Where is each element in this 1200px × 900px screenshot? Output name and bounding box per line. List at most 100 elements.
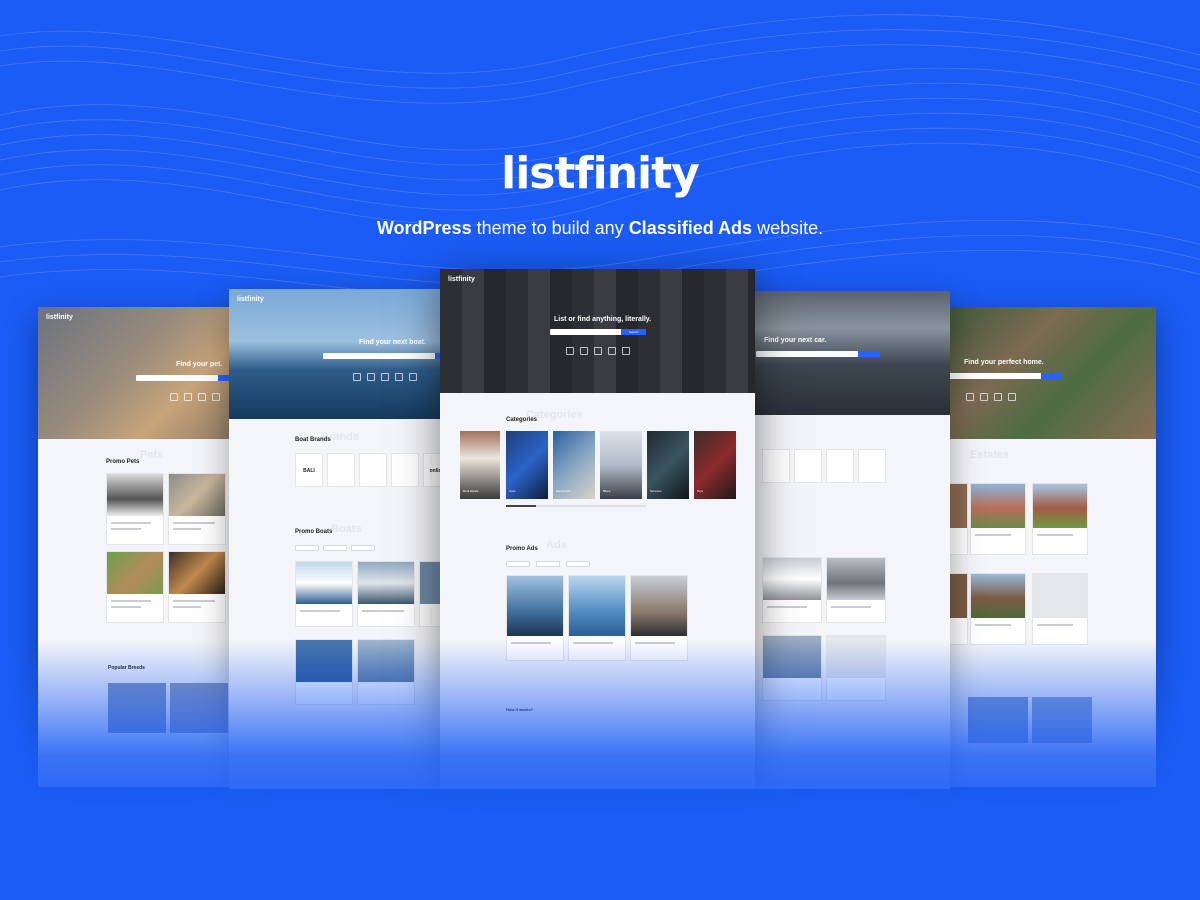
category-services-label: Services xyxy=(650,489,662,493)
category-bikes[interactable]: Bikes xyxy=(600,431,642,499)
tagline-middle: theme to build any xyxy=(471,218,629,238)
boats-hero-title: Find your next boat. xyxy=(359,339,426,346)
main-promo-card-1[interactable] xyxy=(506,575,564,661)
boat-card-5[interactable] xyxy=(357,639,415,705)
boat-brand-2[interactable] xyxy=(327,453,355,487)
boats-nav-logo: listfinity xyxy=(237,296,264,303)
category-electronics-label: Electronics xyxy=(556,489,571,493)
screenshot-cars: Find your next car. xyxy=(740,291,950,789)
cars-search-placeholder xyxy=(756,351,759,357)
pet-card-4[interactable] xyxy=(168,551,226,623)
pet-card-2[interactable] xyxy=(168,473,226,545)
home-card-6[interactable] xyxy=(1032,573,1088,645)
pets-search-bar[interactable] xyxy=(136,375,236,381)
pets-hero-title: Find your pet. xyxy=(176,361,223,368)
boat-card-2[interactable] xyxy=(357,561,415,627)
boats-search-placeholder xyxy=(323,353,326,359)
car-brand-vw[interactable] xyxy=(794,449,822,483)
category-electronics[interactable]: Electronics xyxy=(553,431,595,499)
tagline-classified: Classified Ads xyxy=(628,218,753,238)
car-card-3[interactable] xyxy=(762,635,822,701)
cars-search-bar[interactable] xyxy=(756,351,880,357)
main-search-bar[interactable]: Search xyxy=(550,329,646,335)
homes-hero: Find your perfect home. xyxy=(944,307,1156,439)
category-services[interactable]: Services xyxy=(647,431,689,499)
car-card-1[interactable] xyxy=(762,557,822,623)
boats-search-bar[interactable] xyxy=(323,353,459,359)
main-filter-1[interactable] xyxy=(506,561,530,567)
main-promo-title: Promo Ads xyxy=(506,546,538,552)
cars-hero-title: Find your next car. xyxy=(764,337,827,344)
cars-hero: Find your next car. xyxy=(740,291,950,415)
boats-brands-title: Boat Brands xyxy=(295,437,331,443)
main-filter-2[interactable] xyxy=(536,561,560,567)
screenshot-pets: listfinity Find your pet. Pets Promo Pet… xyxy=(38,307,238,787)
category-real-estate-label: Real Estate xyxy=(463,489,479,493)
breed-tile-2[interactable] xyxy=(170,683,228,733)
boats-filter-1[interactable] xyxy=(295,545,319,551)
homes-city-tile-1[interactable] xyxy=(968,697,1028,743)
tagline-wordpress: WordPress xyxy=(376,218,472,238)
homes-hero-title: Find your perfect home. xyxy=(964,359,1044,366)
boats-ghost-promo: Boats xyxy=(331,523,362,535)
main-promo-card-2[interactable] xyxy=(568,575,626,661)
pets-category-icons xyxy=(170,393,220,401)
homes-search-bar[interactable] xyxy=(946,373,1062,379)
boat-brand-1[interactable]: BALI xyxy=(295,453,323,487)
car-brand-ford[interactable] xyxy=(762,449,790,483)
category-real-estate[interactable]: Real Estate xyxy=(460,431,500,499)
tagline: WordPress theme to build any Classified … xyxy=(0,218,1200,239)
boat-brand-4[interactable] xyxy=(391,453,419,487)
breed-tile-1[interactable] xyxy=(108,683,166,733)
main-how-title: How it works? xyxy=(506,707,534,712)
main-hero-title: List or find anything, literally. xyxy=(554,316,652,323)
pets-ghost-label: Pets xyxy=(140,449,164,461)
boats-hero: listfinity Find your next boat. xyxy=(229,289,461,419)
main-hero: listfinity List or find anything, litera… xyxy=(440,269,755,393)
category-toys-label: Toys xyxy=(697,489,704,493)
car-card-2[interactable] xyxy=(826,557,886,623)
main-search-placeholder xyxy=(550,329,553,335)
screenshot-homes: Find your perfect home. Estates xyxy=(944,307,1156,787)
home-card-5[interactable] xyxy=(970,573,1026,645)
product-logo: listfinity xyxy=(501,148,700,199)
main-filter-3[interactable] xyxy=(566,561,590,567)
boat-card-1[interactable] xyxy=(295,561,353,627)
pets-search-placeholder xyxy=(136,375,139,381)
main-search-button[interactable]: Search xyxy=(621,329,646,335)
category-toys[interactable]: Toys xyxy=(694,431,736,499)
main-promo-card-3[interactable] xyxy=(630,575,688,661)
homes-search-button[interactable] xyxy=(1041,373,1062,379)
category-cars-label: Cars xyxy=(509,489,516,493)
boats-filter-2[interactable] xyxy=(323,545,347,551)
pet-card-1[interactable] xyxy=(106,473,164,545)
cars-search-button[interactable] xyxy=(857,351,880,357)
boats-category-icons xyxy=(353,373,417,381)
boats-filter-3[interactable] xyxy=(351,545,375,551)
car-brand-porsche[interactable] xyxy=(826,449,854,483)
car-card-4[interactable] xyxy=(826,635,886,701)
main-categories-title: Categories xyxy=(506,417,538,423)
screenshot-boats: listfinity Find your next boat. Brands B… xyxy=(229,289,461,789)
pet-card-3[interactable] xyxy=(106,551,164,623)
home-card-2[interactable] xyxy=(970,483,1026,555)
homes-ghost-label: Estates xyxy=(970,449,1010,461)
home-card-3[interactable] xyxy=(1032,483,1088,555)
boat-brand-3[interactable] xyxy=(359,453,387,487)
pets-hero: listfinity Find your pet. xyxy=(38,307,238,439)
homes-category-icons xyxy=(966,393,1016,401)
tagline-end: website. xyxy=(752,218,824,238)
pets-promo-title: Promo Pets xyxy=(106,459,140,465)
boats-promo-title: Promo Boats xyxy=(295,529,333,535)
homes-city-tile-2[interactable] xyxy=(1032,697,1092,743)
category-cars[interactable]: Cars xyxy=(506,431,548,499)
main-category-icons xyxy=(566,347,630,355)
pets-nav-logo: listfinity xyxy=(46,314,73,321)
main-ghost-promo: Ads xyxy=(546,539,567,551)
boat-card-4[interactable] xyxy=(295,639,353,705)
pets-breeds-title: Popular Breeds xyxy=(108,665,145,671)
categories-scrollbar[interactable] xyxy=(506,505,646,507)
category-bikes-label: Bikes xyxy=(603,489,611,493)
screenshot-main: listfinity List or find anything, litera… xyxy=(440,269,755,789)
car-brand-renault[interactable] xyxy=(858,449,886,483)
